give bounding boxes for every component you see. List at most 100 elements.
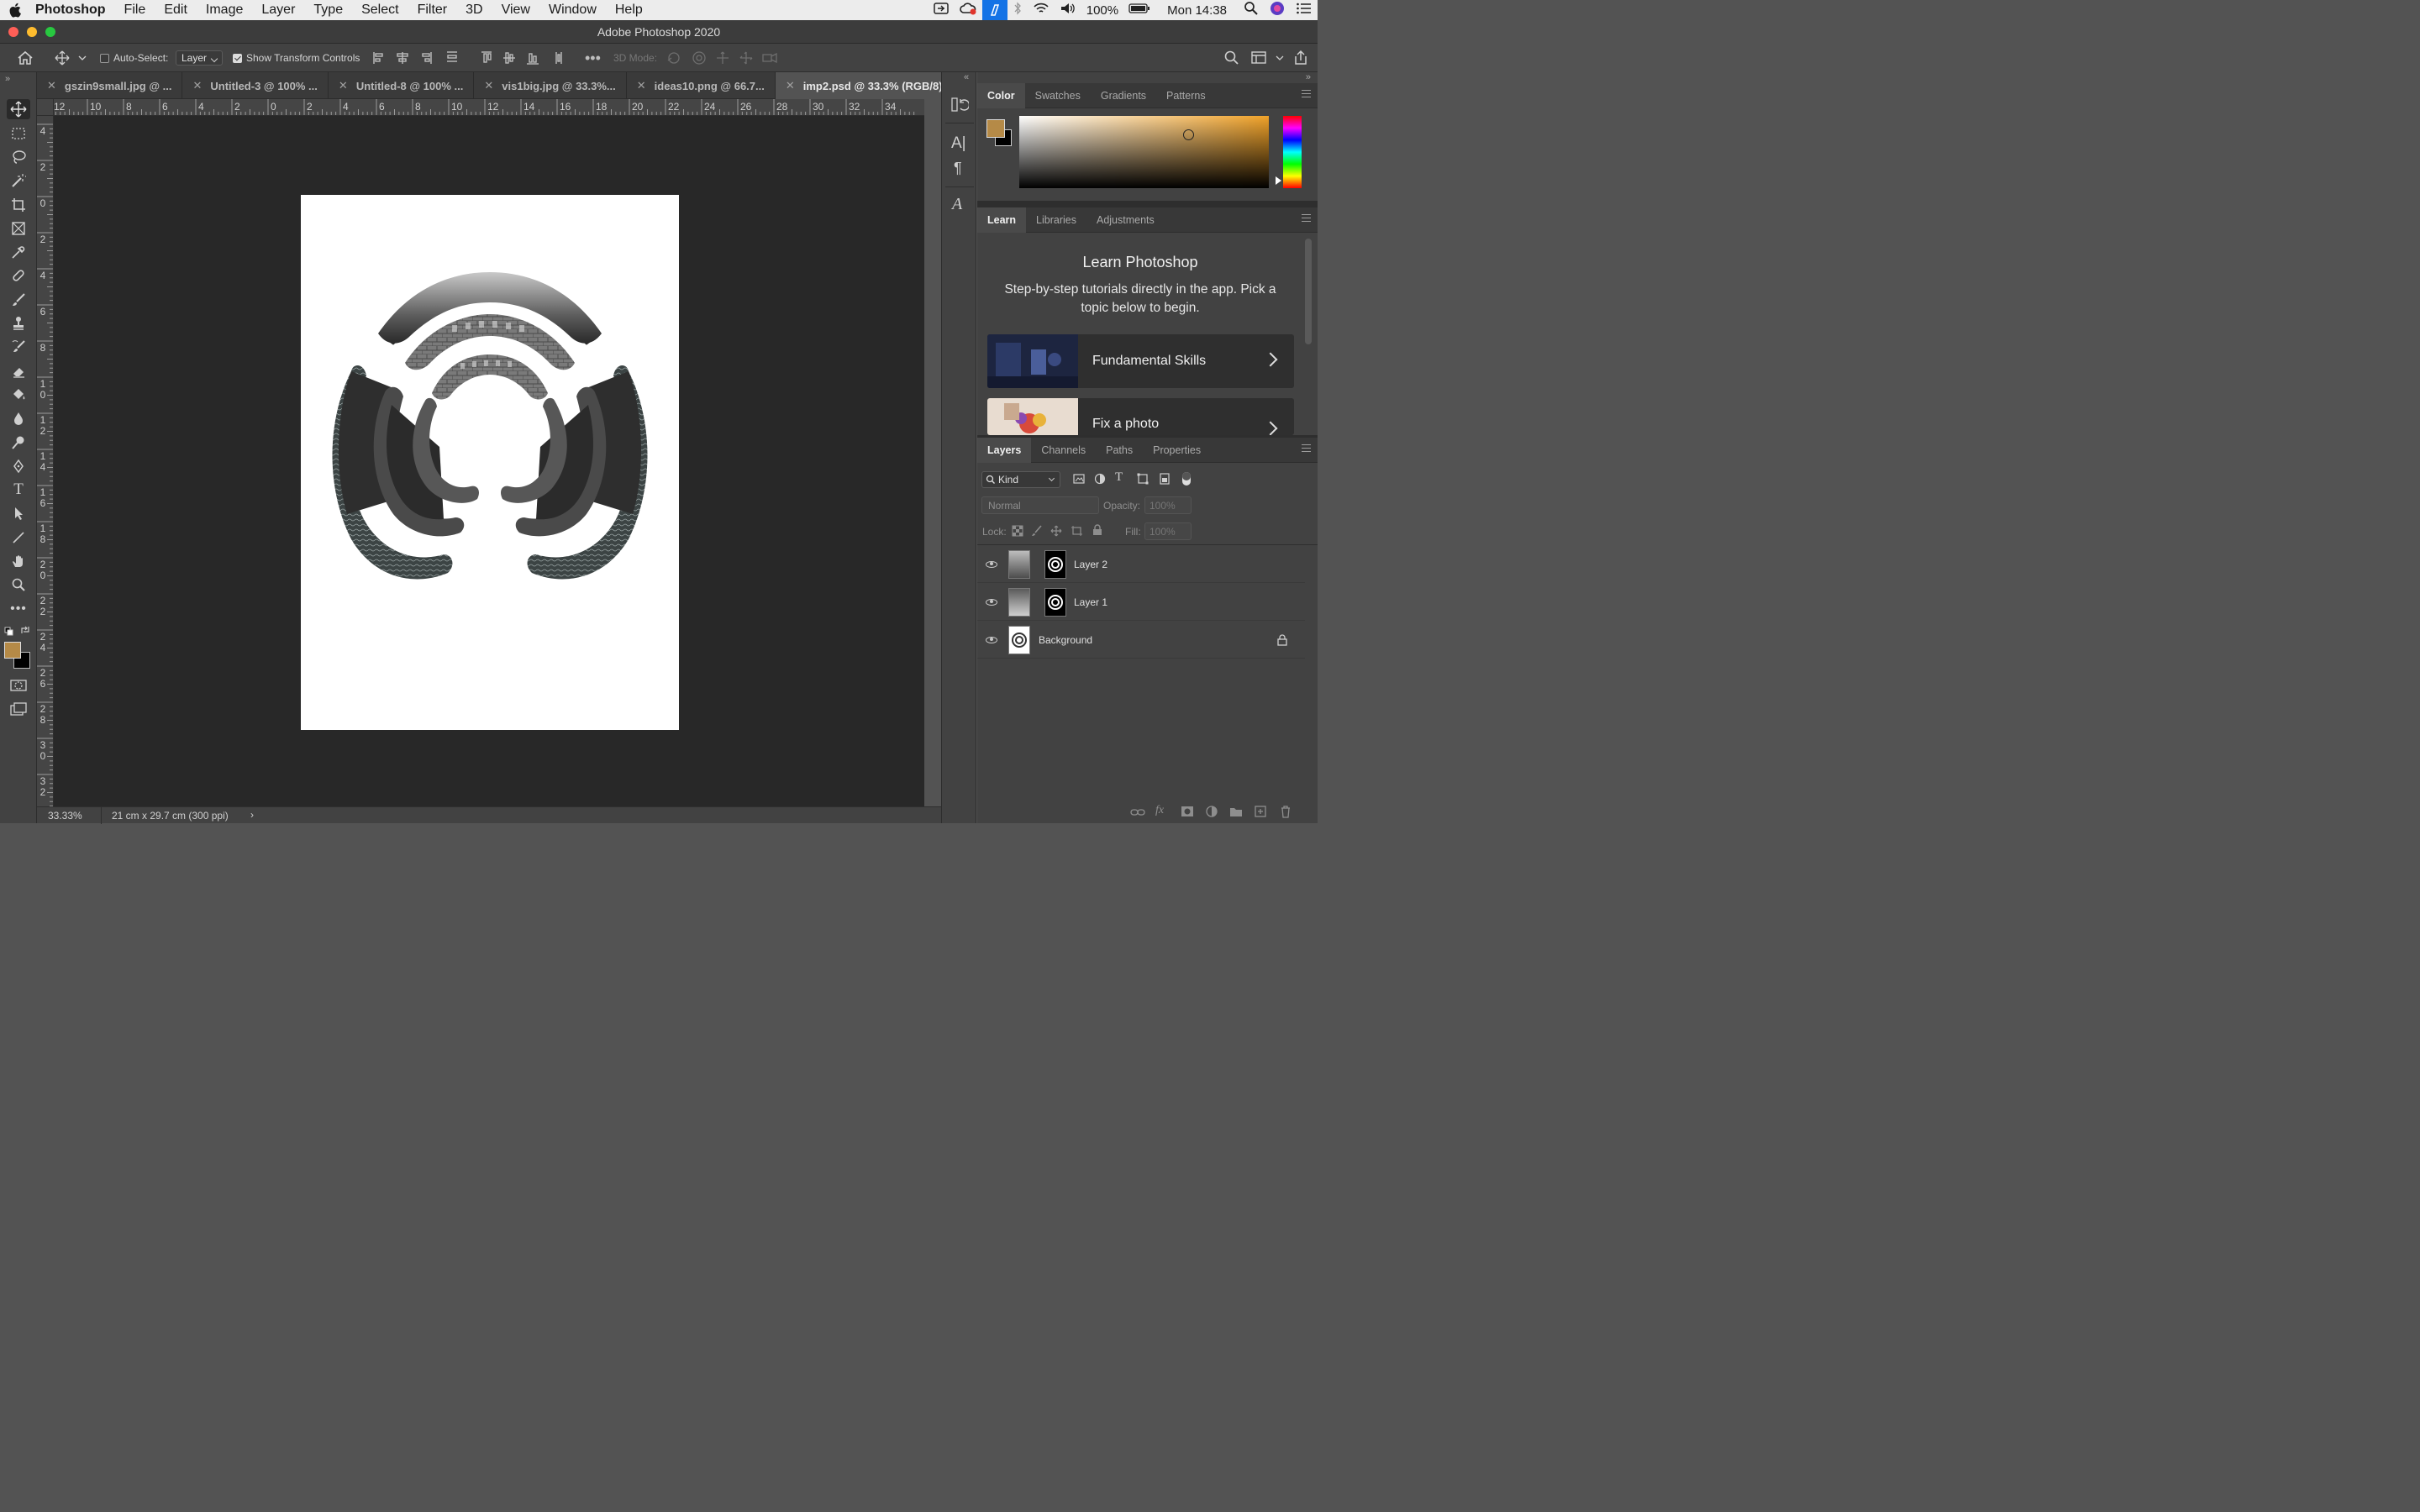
share-icon[interactable] xyxy=(1292,44,1309,72)
layer-mask-thumbnail[interactable] xyxy=(1044,549,1066,579)
layer-filter-dropdown[interactable]: Kind xyxy=(981,471,1060,488)
clone-stamp-tool-icon[interactable] xyxy=(7,313,30,333)
menu-view[interactable]: View xyxy=(492,3,539,18)
filter-pixel-icon[interactable] xyxy=(1073,473,1085,487)
zoom-level[interactable]: 33.33% xyxy=(48,810,82,822)
creative-cloud-icon[interactable] xyxy=(954,2,982,18)
menu-filter[interactable]: Filter xyxy=(408,3,457,18)
new-group-icon[interactable] xyxy=(1229,806,1243,820)
layer-visibility-eye-icon[interactable] xyxy=(986,560,997,568)
layer-visibility-eye-icon[interactable] xyxy=(986,636,997,643)
layer-name[interactable]: Background xyxy=(1039,634,1092,646)
volume-icon[interactable] xyxy=(1055,2,1081,18)
tab-gradients[interactable]: Gradients xyxy=(1091,83,1156,108)
color-picker-cursor[interactable] xyxy=(1183,129,1194,140)
edit-toolbar-icon[interactable]: ••• xyxy=(7,599,30,619)
blend-mode-dropdown[interactable]: Normal xyxy=(981,496,1099,514)
quick-mask-icon[interactable] xyxy=(7,675,30,696)
hand-tool-icon[interactable] xyxy=(7,551,30,571)
default-colors-icon[interactable] xyxy=(4,627,14,639)
history-panel-icon[interactable] xyxy=(950,96,971,117)
lasso-tool-icon[interactable] xyxy=(7,147,30,167)
menu-select[interactable]: Select xyxy=(352,3,408,18)
zoom-tool-icon[interactable] xyxy=(7,575,30,595)
expand-panels-icon[interactable]: » xyxy=(1306,72,1311,82)
tab-libraries[interactable]: Libraries xyxy=(1026,207,1086,233)
layer-name[interactable]: Layer 2 xyxy=(1074,559,1107,570)
paragraph-panel-icon[interactable]: ¶ xyxy=(954,160,962,177)
close-window-button[interactable] xyxy=(8,27,18,37)
status-info-arrow[interactable]: › xyxy=(250,809,254,821)
new-adjustment-layer-icon[interactable] xyxy=(1206,806,1218,820)
delete-layer-icon[interactable] xyxy=(1280,805,1292,821)
pen-tool-icon[interactable] xyxy=(7,456,30,476)
lock-all-icon[interactable] xyxy=(1092,524,1102,538)
tab-channels[interactable]: Channels xyxy=(1031,438,1096,463)
tab-swatches[interactable]: Swatches xyxy=(1025,83,1091,108)
shortcut-app-icon[interactable] xyxy=(981,0,1007,20)
learn-panel-scrollbar[interactable] xyxy=(1305,239,1312,344)
layer-visibility-eye-icon[interactable] xyxy=(986,598,997,606)
tab-document-active[interactable]: ✕ imp2.psd @ 33.3% (RGB/8) xyxy=(775,72,954,99)
opacity-field[interactable]: 100% xyxy=(1144,496,1192,514)
eyedropper-tool-icon[interactable] xyxy=(7,242,30,262)
menu-image[interactable]: Image xyxy=(197,3,252,18)
color-panel-foreground-swatch[interactable] xyxy=(986,119,1005,138)
eraser-tool-icon[interactable] xyxy=(7,361,30,381)
ruler-origin[interactable] xyxy=(37,99,54,116)
move-tool-icon[interactable] xyxy=(7,99,30,119)
new-layer-icon[interactable] xyxy=(1255,806,1266,820)
layer-row-layer-2[interactable]: Layer 2 xyxy=(977,546,1305,583)
learn-card-fundamental-skills[interactable]: Fundamental Skills xyxy=(987,334,1294,388)
show-transform-checkbox[interactable]: Show Transform Controls xyxy=(233,44,360,72)
foreground-color-swatch[interactable] xyxy=(4,642,21,659)
layer-row-background[interactable]: Background xyxy=(977,622,1305,659)
close-tab-icon[interactable]: ✕ xyxy=(484,79,493,92)
zoom-window-button[interactable] xyxy=(45,27,55,37)
layer-name[interactable]: Layer 1 xyxy=(1074,596,1107,608)
healing-brush-tool-icon[interactable] xyxy=(7,265,30,286)
type-tool-icon[interactable]: T xyxy=(7,480,30,500)
home-icon[interactable] xyxy=(17,44,34,72)
workspace-switcher-icon[interactable] xyxy=(1250,44,1286,72)
learn-panel-menu-icon[interactable] xyxy=(1302,214,1311,222)
collapse-toolbar-icon[interactable]: » xyxy=(5,74,10,84)
link-layers-icon[interactable] xyxy=(1130,806,1145,821)
filter-adjustment-icon[interactable] xyxy=(1094,473,1106,487)
tab-learn[interactable]: Learn xyxy=(977,207,1027,233)
more-options-icon[interactable]: ••• xyxy=(585,44,601,72)
layer-style-fx-icon[interactable]: fx xyxy=(1155,804,1164,817)
apple-icon[interactable] xyxy=(0,3,32,18)
glyphs-panel-icon[interactable]: A xyxy=(952,195,962,214)
layers-panel-menu-icon[interactable] xyxy=(1302,444,1311,452)
frame-tool-icon[interactable] xyxy=(7,218,30,239)
screen-mode-icon[interactable] xyxy=(7,699,30,719)
document-canvas[interactable] xyxy=(301,195,679,730)
battery-icon[interactable] xyxy=(1123,3,1155,18)
close-tab-icon[interactable]: ✕ xyxy=(339,79,348,92)
path-selection-tool-icon[interactable] xyxy=(7,503,30,523)
tab-adjustments[interactable]: Adjustments xyxy=(1086,207,1165,233)
auto-select-checkbox[interactable]: Auto-Select: xyxy=(100,44,168,72)
fill-field[interactable]: 100% xyxy=(1144,522,1192,540)
tab-paths[interactable]: Paths xyxy=(1096,438,1143,463)
menu-app-name[interactable]: Photoshop xyxy=(32,3,115,18)
menu-clock[interactable]: Mon 14:38 xyxy=(1155,3,1239,18)
add-mask-icon[interactable] xyxy=(1181,806,1194,820)
filter-smart-object-icon[interactable] xyxy=(1159,473,1171,487)
tab-document-1[interactable]: ✕ gszin9small.jpg @ ... xyxy=(37,72,183,99)
close-tab-icon[interactable]: ✕ xyxy=(47,79,56,92)
swap-colors-icon[interactable] xyxy=(20,625,30,638)
hue-slider-handle[interactable] xyxy=(1276,176,1281,185)
close-tab-icon[interactable]: ✕ xyxy=(786,79,795,92)
search-icon[interactable] xyxy=(1223,44,1240,72)
collapse-dock-icon[interactable]: « xyxy=(964,72,969,82)
color-panel-menu-icon[interactable] xyxy=(1302,90,1311,97)
menu-file[interactable]: File xyxy=(115,3,155,18)
tab-properties[interactable]: Properties xyxy=(1143,438,1211,463)
learn-card-fix-a-photo[interactable]: Fix a photo xyxy=(987,398,1294,435)
tab-document-2[interactable]: ✕ Untitled-3 @ 100% ... xyxy=(182,72,329,99)
brush-tool-icon[interactable] xyxy=(7,290,30,310)
dodge-tool-icon[interactable] xyxy=(7,433,30,453)
tab-color[interactable]: Color xyxy=(977,82,1025,108)
